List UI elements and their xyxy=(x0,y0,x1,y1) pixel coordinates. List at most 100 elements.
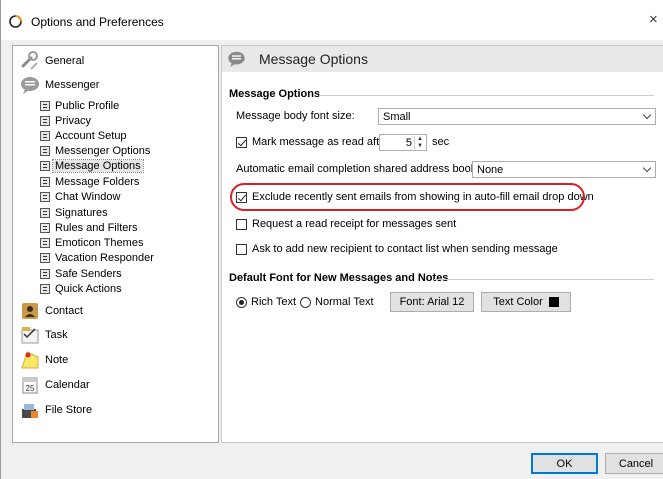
add-recipient-checkbox[interactable] xyxy=(236,243,247,255)
window-title: Options and Preferences xyxy=(31,15,164,29)
mark-read-unit-text: sec xyxy=(432,136,450,148)
rich-text-label: Rich Text xyxy=(251,296,297,308)
option-page-icon xyxy=(40,269,50,279)
ok-button-label: OK xyxy=(556,457,573,470)
sidebar-item-rules-and-filters[interactable]: Rules and Filters xyxy=(40,221,138,235)
cancel-button[interactable]: Cancel xyxy=(605,453,663,474)
default-font-group-title: Default Font for New Messages and Notes xyxy=(229,272,449,284)
sidebar-item-label: Emoticon Themes xyxy=(55,237,144,249)
normal-text-label: Normal Text xyxy=(315,296,374,308)
app-logo-icon xyxy=(9,15,22,28)
sidebar-item-vacation-responder[interactable]: Vacation Responder xyxy=(40,251,154,265)
sidebar-item-chat-window[interactable]: Chat Window xyxy=(40,190,120,204)
text-color-swatch xyxy=(548,297,559,307)
option-page-icon xyxy=(40,223,50,233)
option-page-icon xyxy=(40,116,50,126)
sidebar-item-public-profile[interactable]: Public Profile xyxy=(40,99,119,113)
sidebar-item-note[interactable]: Note xyxy=(13,348,218,372)
sidebar-item-label: Message Options xyxy=(52,159,144,173)
calendar-icon-number: 25 xyxy=(26,384,35,393)
sidebar-item-safe-senders[interactable]: Safe Senders xyxy=(40,267,122,281)
text-color-label: Text Color xyxy=(493,296,543,308)
mark-read-label: Mark message as read after xyxy=(252,136,389,148)
exclude-recent-row: Exclude recently sent emails from showin… xyxy=(236,191,594,203)
speech-bubble-icon xyxy=(228,51,245,68)
sidebar-item-label: General xyxy=(45,55,85,67)
sidebar-item-message-options[interactable]: Message Options xyxy=(40,159,144,173)
sidebar-item-calendar[interactable]: 25 Calendar xyxy=(13,373,218,397)
sidebar-item-label: Rules and Filters xyxy=(55,222,138,234)
address-book-label-text: Automatic email completion shared addres… xyxy=(236,163,480,175)
sidebar-item-signatures[interactable]: Signatures xyxy=(40,206,108,220)
mark-read-seconds-stepper[interactable]: 5 ▲ ▼ xyxy=(379,134,427,151)
option-page-icon xyxy=(40,208,50,218)
sidebar-item-general[interactable]: General xyxy=(13,49,218,73)
option-page-icon xyxy=(40,253,50,263)
sidebar-item-contact[interactable]: Contact xyxy=(13,299,218,323)
mark-read-row: Mark message as read after xyxy=(236,136,389,148)
option-page-icon xyxy=(40,284,50,294)
sidebar-item-messenger[interactable]: Messenger xyxy=(13,73,218,97)
panel-header: Message Options xyxy=(222,46,663,72)
mark-read-checkbox[interactable] xyxy=(236,136,247,148)
exclude-recent-checkbox[interactable] xyxy=(236,191,247,203)
read-receipt-checkbox[interactable] xyxy=(236,218,247,230)
sidebar-item-privacy[interactable]: Privacy xyxy=(40,114,91,128)
option-page-icon xyxy=(40,177,50,187)
options-window: Options and Preferences × General Messen… xyxy=(0,0,663,479)
speech-bubble-icon xyxy=(21,77,39,94)
option-page-icon xyxy=(40,131,50,141)
add-recipient-label: Ask to add new recipient to contact list… xyxy=(252,243,558,255)
chevron-down-icon xyxy=(642,163,652,173)
font-button-label: Font: Arial 12 xyxy=(399,296,465,308)
read-receipt-label: Request a read receipt for messages sent xyxy=(252,218,457,230)
option-page-icon xyxy=(40,161,50,171)
ok-button[interactable]: OK xyxy=(531,453,598,474)
sidebar-item-task[interactable]: Task xyxy=(13,323,218,347)
option-page-icon xyxy=(40,238,50,248)
contact-icon xyxy=(22,303,38,319)
sidebar-item-label: Vacation Responder xyxy=(55,252,154,264)
sidebar-item-message-folders[interactable]: Message Folders xyxy=(40,175,139,189)
message-options-group-title: Message Options xyxy=(229,88,321,100)
stepper-arrows[interactable]: ▲ ▼ xyxy=(414,136,425,149)
mark-read-unit: sec xyxy=(432,136,449,148)
file-store-icon xyxy=(22,404,38,418)
group-divider xyxy=(319,95,654,96)
sidebar-item-label: Privacy xyxy=(55,115,92,127)
sidebar-item-label: Messenger Options xyxy=(55,145,151,157)
panel-title: Message Options xyxy=(259,51,368,67)
read-receipt-row: Request a read receipt for messages sent xyxy=(236,218,456,230)
sidebar-item-emoticon-themes[interactable]: Emoticon Themes xyxy=(40,236,143,250)
address-book-label: Automatic email completion shared addres… xyxy=(236,163,479,175)
font-size-label-text: Message body font size: xyxy=(236,110,355,122)
options-sidebar: General Messenger Public Profile Privacy… xyxy=(12,45,219,443)
address-book-select[interactable]: None xyxy=(472,161,656,178)
sidebar-item-file-store[interactable]: File Store xyxy=(13,398,218,422)
task-icon xyxy=(21,327,39,344)
font-size-select[interactable]: Small xyxy=(378,108,656,125)
sidebar-item-label: Account Setup xyxy=(55,130,127,142)
sidebar-item-label: Messenger xyxy=(45,79,100,91)
text-color-button[interactable]: Text Color xyxy=(481,292,571,312)
sidebar-item-label: Contact xyxy=(45,305,83,317)
calendar-icon: 25 xyxy=(22,377,38,394)
option-page-icon xyxy=(40,101,50,111)
font-size-label: Message body font size: xyxy=(236,110,355,122)
font-size-value: Small xyxy=(383,110,411,123)
sidebar-item-label: Task xyxy=(45,329,68,341)
sidebar-item-label: Signatures xyxy=(55,207,108,219)
option-page-icon xyxy=(40,192,50,202)
group-divider xyxy=(434,279,654,280)
stepper-down-icon[interactable]: ▼ xyxy=(415,143,425,150)
close-icon[interactable]: × xyxy=(649,12,658,28)
sidebar-item-messenger-options[interactable]: Messenger Options xyxy=(40,144,150,158)
font-button[interactable]: Font: Arial 12 xyxy=(390,292,474,312)
sidebar-item-account-setup[interactable]: Account Setup xyxy=(40,129,127,143)
sidebar-item-quick-actions[interactable]: Quick Actions xyxy=(40,282,122,296)
normal-text-radio[interactable] xyxy=(300,296,312,308)
sidebar-item-label: Note xyxy=(45,354,69,366)
option-page-icon xyxy=(40,146,50,156)
sidebar-item-label: Chat Window xyxy=(55,191,121,203)
rich-text-radio[interactable] xyxy=(236,296,247,308)
